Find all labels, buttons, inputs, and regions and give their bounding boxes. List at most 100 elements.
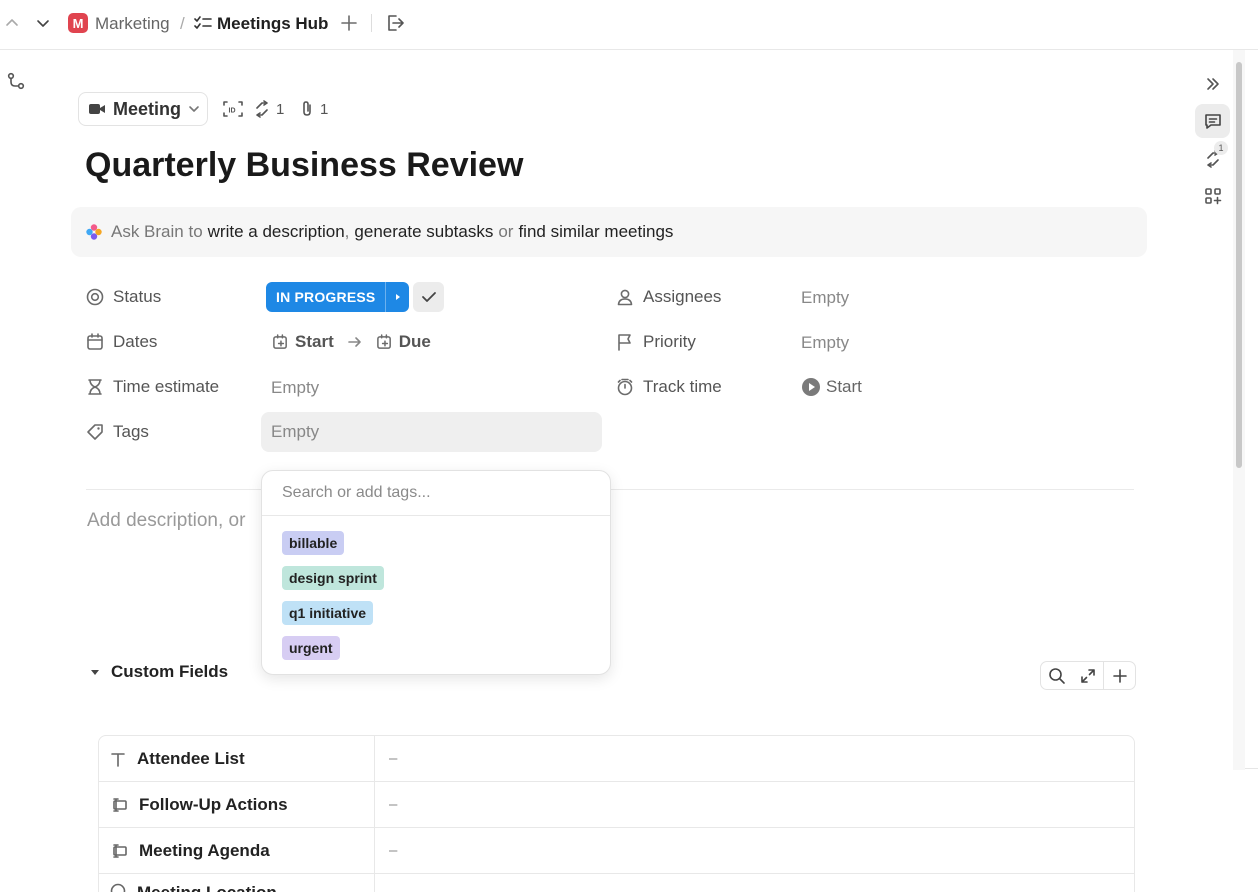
task-type-select[interactable]: Meeting xyxy=(78,92,208,126)
add-field-icon[interactable] xyxy=(1104,662,1135,689)
track-time-start-button[interactable]: Start xyxy=(801,377,862,397)
activity-badge: 1 xyxy=(1214,141,1228,155)
custom-field-value[interactable]: – xyxy=(389,828,397,873)
tag-option-label: urgent xyxy=(289,640,333,656)
exit-icon[interactable] xyxy=(386,14,404,32)
assignees-value[interactable]: Empty xyxy=(801,288,849,308)
paperclip-icon xyxy=(300,100,314,118)
status-value[interactable]: IN PROGRESS xyxy=(266,282,385,312)
task-type-label: Meeting xyxy=(113,99,181,120)
breadcrumb-separator: / xyxy=(180,14,185,34)
custom-field-name: Meeting Agenda xyxy=(139,841,270,861)
chevron-down-icon[interactable] xyxy=(35,15,51,31)
top-bar: M Marketing / Meetings Hub xyxy=(0,0,1258,50)
attachments-indicator[interactable]: 1 xyxy=(300,100,328,118)
custom-field-name: Meeting Location xyxy=(137,883,277,892)
status-next-icon[interactable] xyxy=(385,282,409,312)
priority-field-label: Priority xyxy=(616,332,696,352)
svg-text:ID: ID xyxy=(229,108,236,115)
due-date-button[interactable]: Due xyxy=(376,332,431,352)
tag-dropdown: billable design sprint q1 initiative urg… xyxy=(261,470,611,675)
brain-write-description[interactable]: write a description xyxy=(208,222,345,242)
custom-field-name-cell: Meeting Agenda xyxy=(99,828,375,873)
custom-field-name-cell: Follow-Up Actions xyxy=(99,782,375,827)
custom-field-row[interactable]: Meeting Agenda – xyxy=(99,828,1134,874)
breadcrumb-list[interactable]: Meetings Hub xyxy=(217,14,328,34)
brain-find-similar[interactable]: find similar meetings xyxy=(518,222,673,242)
description-placeholder[interactable]: Add description, or xyxy=(87,510,245,532)
ask-brain-bar: Ask Brain to write a description , gener… xyxy=(71,207,1147,257)
arrow-right-icon xyxy=(348,336,362,348)
custom-fields-heading: Custom Fields xyxy=(111,662,228,682)
long-text-type-icon xyxy=(110,797,128,813)
tags-field-label: Tags xyxy=(86,422,149,442)
brain-icon xyxy=(85,223,103,241)
track-time-start-text: Start xyxy=(826,377,862,397)
subtask-count: 1 xyxy=(276,101,284,118)
chevron-up-icon[interactable] xyxy=(4,15,20,31)
custom-field-name-cell: Meeting Location xyxy=(99,874,375,892)
location-type-icon xyxy=(110,883,126,892)
custom-field-value[interactable]: – xyxy=(389,782,397,827)
tag-option-design-sprint[interactable]: design sprint xyxy=(282,566,384,590)
custom-field-name-cell: Attendee List xyxy=(99,736,375,781)
brain-comma: , xyxy=(345,222,350,242)
custom-field-name: Follow-Up Actions xyxy=(139,795,288,815)
dates-field-label: Dates xyxy=(86,332,157,352)
breadcrumb-workspace[interactable]: Marketing xyxy=(95,14,170,34)
custom-field-value[interactable]: – xyxy=(389,736,397,781)
tags-label-text: Tags xyxy=(113,422,149,442)
tag-option-billable[interactable]: billable xyxy=(282,531,344,555)
collapse-panel-icon[interactable] xyxy=(1205,76,1221,92)
status-pill[interactable]: IN PROGRESS xyxy=(266,282,409,312)
subtasks-indicator[interactable]: 1 xyxy=(254,100,284,118)
time-estimate-field-label: Time estimate xyxy=(86,377,219,397)
flag-icon xyxy=(616,333,634,351)
start-date-button[interactable]: Start xyxy=(272,332,334,352)
brain-generate-subtasks[interactable]: generate subtasks xyxy=(354,222,493,242)
status-icon xyxy=(86,288,104,306)
custom-field-row[interactable]: Follow-Up Actions – xyxy=(99,782,1134,828)
tag-search-box xyxy=(262,471,610,516)
assignees-field-label: Assignees xyxy=(616,287,721,307)
relationship-icon[interactable] xyxy=(7,72,25,90)
search-icon[interactable] xyxy=(1041,662,1072,689)
complete-status-button[interactable] xyxy=(413,282,444,312)
brain-or: or xyxy=(498,222,513,242)
task-title[interactable]: Quarterly Business Review xyxy=(85,146,523,185)
comment-icon xyxy=(1204,112,1222,130)
task-id-icon[interactable]: ID xyxy=(223,100,243,118)
expand-icon[interactable] xyxy=(1072,662,1103,689)
custom-field-row[interactable]: Attendee List – xyxy=(99,736,1134,782)
workspace-avatar: M xyxy=(68,13,88,33)
attachment-count: 1 xyxy=(320,101,328,118)
subtask-arrows-icon xyxy=(254,100,270,118)
tags-value: Empty xyxy=(271,422,319,442)
calendar-icon xyxy=(86,333,104,351)
checklist-icon xyxy=(194,15,212,31)
tag-option-q1-initiative[interactable]: q1 initiative xyxy=(282,601,373,625)
apps-add-icon[interactable] xyxy=(1204,187,1222,205)
track-time-field-label: Track time xyxy=(616,377,722,397)
person-icon xyxy=(616,288,634,306)
comments-button[interactable] xyxy=(1195,104,1230,138)
custom-fields-toggle[interactable]: Custom Fields xyxy=(89,662,228,682)
stopwatch-icon xyxy=(616,378,634,396)
tag-search-input[interactable] xyxy=(262,471,610,515)
tag-option-urgent[interactable]: urgent xyxy=(282,636,340,660)
tag-option-label: billable xyxy=(289,535,337,551)
checkmark-icon xyxy=(421,290,437,304)
priority-value[interactable]: Empty xyxy=(801,333,849,353)
time-estimate-value[interactable]: Empty xyxy=(271,378,319,398)
plus-icon[interactable] xyxy=(340,14,358,32)
priority-label-text: Priority xyxy=(643,332,696,352)
hourglass-icon xyxy=(86,378,104,396)
scrollbar-thumb[interactable] xyxy=(1236,62,1242,468)
tag-option-label: q1 initiative xyxy=(289,605,366,621)
play-circle-icon xyxy=(801,377,821,397)
calendar-plus-icon xyxy=(376,334,393,351)
toolbar-divider xyxy=(371,14,372,32)
tags-field[interactable]: Empty xyxy=(261,412,602,452)
custom-fields-table: Attendee List – Follow-Up Actions – Meet… xyxy=(98,735,1135,892)
custom-field-row[interactable]: Meeting Location xyxy=(99,874,1134,892)
